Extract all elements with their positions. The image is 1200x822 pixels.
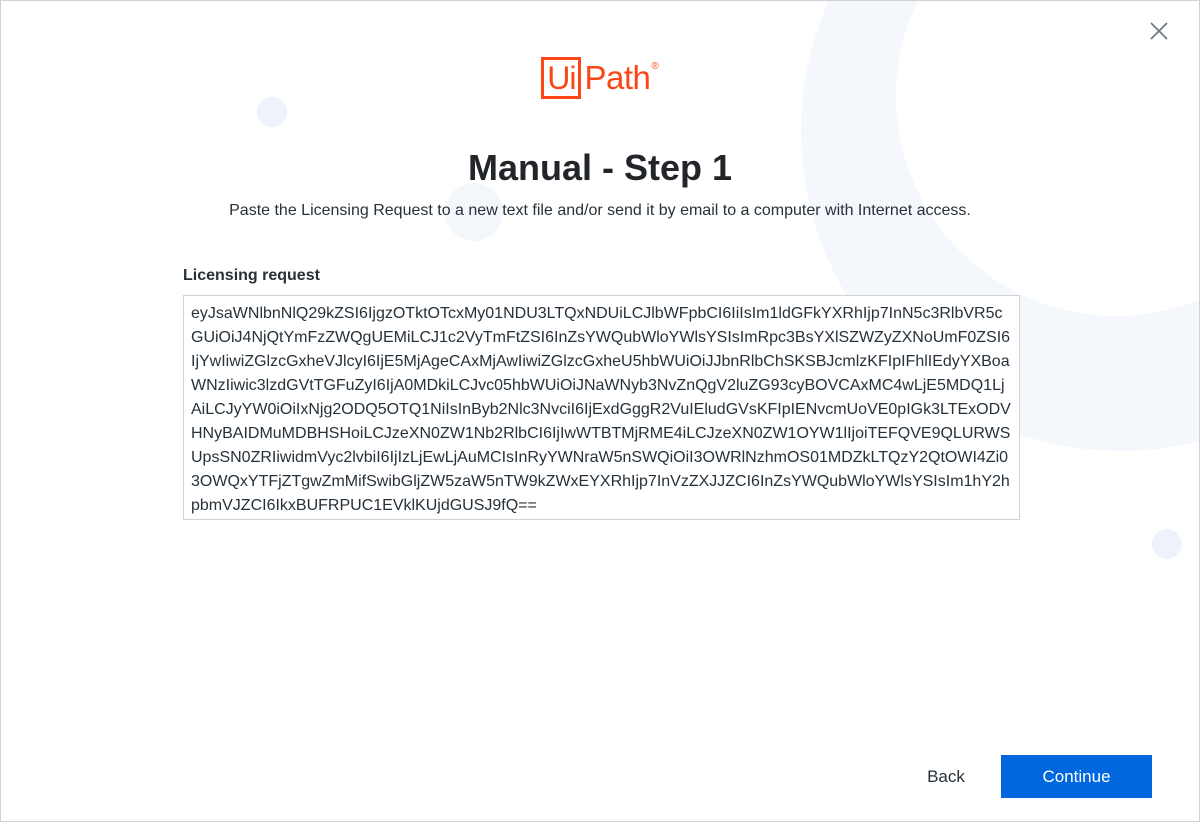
licensing-dialog: Ui Path ® Manual - Step 1 Paste the Lice…: [0, 0, 1200, 822]
background-dot: [257, 97, 287, 127]
logo-text: Path: [584, 59, 651, 96]
logo-box-text: Ui: [541, 57, 582, 99]
uipath-logo: Ui Path ®: [1, 57, 1199, 99]
background-dot: [1152, 529, 1182, 559]
continue-button[interactable]: Continue: [1001, 755, 1152, 798]
close-icon[interactable]: [1147, 19, 1171, 43]
page-title: Manual - Step 1: [467, 147, 733, 188]
registered-mark: ®: [651, 61, 659, 72]
licensing-request-label: Licensing request: [183, 267, 320, 284]
licensing-request-field[interactable]: eyJsaWNlbnNlQ29kZSI6IjgzOTktOTcxMy01NDU3…: [183, 295, 1020, 520]
page-subtitle: Paste the Licensing Request to a new tex…: [229, 202, 971, 219]
back-button[interactable]: Back: [906, 756, 986, 798]
